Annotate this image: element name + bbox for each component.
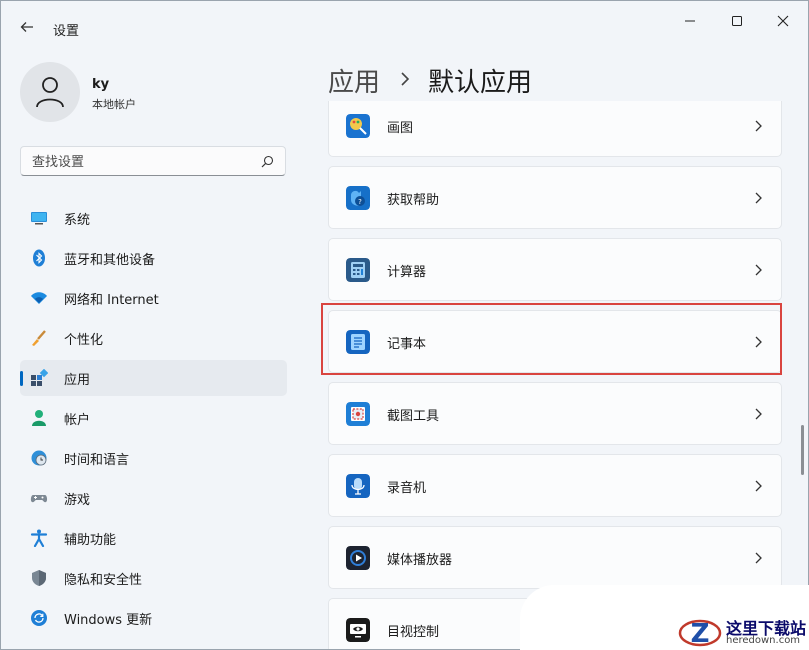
app-name: 媒体播放器	[387, 553, 453, 568]
notepad-icon	[346, 330, 370, 354]
chevron-right-icon	[755, 336, 762, 348]
snipping-tool-icon	[346, 402, 370, 426]
default-apps-list: 画图 ? 获取帮助 计算器 记事本 截图工具 录音机 媒体播放器 目视控制	[328, 101, 783, 649]
scrollbar[interactable]	[801, 425, 804, 475]
sidebar-item-label: 隐私和安全性	[64, 573, 143, 588]
app-name: 目视控制	[387, 625, 440, 640]
back-arrow-icon[interactable]	[19, 19, 35, 35]
app-name: 画图	[387, 121, 414, 136]
svg-text:Z: Z	[691, 619, 710, 649]
chevron-right-icon	[755, 192, 762, 204]
sidebar-item-label: 时间和语言	[64, 453, 130, 468]
chevron-right-icon	[755, 264, 762, 276]
sidebar-item-bluetooth[interactable]: 蓝牙和其他设备	[20, 240, 287, 276]
person-icon	[32, 410, 46, 426]
sidebar-item-label: 系统	[64, 213, 91, 228]
accessibility-icon	[30, 529, 48, 547]
settings-window: 设置 ky 本地帐户 系统	[0, 0, 809, 650]
sidebar-item-label: 游戏	[64, 493, 91, 508]
eye-control-icon	[346, 618, 370, 642]
sidebar-item-label: 帐户	[64, 413, 91, 428]
account-type: 本地帐户	[92, 98, 136, 111]
app-row-calculator[interactable]: 计算器	[328, 238, 782, 301]
minimize-button[interactable]	[675, 10, 705, 32]
sidebar-item-label: Windows 更新	[64, 613, 153, 628]
app-title: 设置	[53, 24, 80, 39]
sidebar-item-apps[interactable]: 应用	[20, 360, 287, 396]
recorder-icon	[346, 474, 370, 498]
sidebar-item-label: 蓝牙和其他设备	[64, 253, 156, 268]
calculator-icon	[346, 258, 370, 282]
sidebar-item-privacy[interactable]: 隐私和安全性	[20, 560, 287, 596]
search-input[interactable]	[30, 152, 254, 172]
sidebar-item-time-language[interactable]: 时间和语言	[20, 440, 287, 476]
media-player-icon	[346, 546, 370, 570]
breadcrumb-parent[interactable]: 应用	[328, 62, 380, 99]
sidebar-item-accounts[interactable]: 帐户	[20, 400, 287, 436]
wifi-icon	[31, 292, 47, 304]
sidebar-item-windows-update[interactable]: Windows 更新	[20, 600, 287, 636]
watermark-subtext: heredown.com	[726, 635, 801, 646]
search-box[interactable]	[20, 146, 286, 176]
gamepad-icon	[30, 495, 48, 503]
app-name: 录音机	[387, 481, 427, 496]
app-name: 获取帮助	[387, 193, 440, 208]
sidebar-item-label: 应用	[64, 373, 91, 388]
sidebar-item-label: 个性化	[64, 333, 104, 348]
shield-icon	[32, 570, 46, 586]
bluetooth-icon	[33, 249, 45, 267]
account-name: ky	[92, 77, 110, 92]
close-icon	[777, 15, 789, 27]
help-icon: ?	[346, 186, 370, 210]
app-row-get-help[interactable]: ? 获取帮助	[328, 166, 782, 229]
sidebar-item-system[interactable]: 系统	[20, 200, 287, 236]
app-row-snipping-tool[interactable]: 截图工具	[328, 382, 782, 445]
apps-icon	[31, 369, 48, 386]
app-row-notepad[interactable]: 记事本	[328, 310, 782, 373]
chevron-right-icon	[755, 552, 762, 564]
search-icon[interactable]	[261, 155, 274, 168]
sidebar-item-label: 辅助功能	[64, 533, 117, 548]
app-row-sound-recorder[interactable]: 录音机	[328, 454, 782, 517]
watermark-logo: Z	[678, 619, 722, 649]
chevron-right-icon	[755, 408, 762, 420]
avatar[interactable]	[20, 62, 80, 122]
breadcrumb-chevron-icon	[401, 72, 410, 86]
chevron-right-icon	[755, 480, 762, 492]
maximize-button[interactable]	[722, 10, 752, 32]
maximize-icon	[732, 16, 742, 26]
title-bar: 设置	[1, 1, 808, 41]
paint-icon	[346, 114, 370, 138]
svg-text:?: ?	[358, 198, 362, 206]
app-name: 截图工具	[387, 409, 440, 424]
sidebar-item-gaming[interactable]: 游戏	[20, 480, 287, 516]
app-name: 记事本	[387, 337, 427, 352]
app-name: 计算器	[387, 265, 427, 280]
globe-clock-icon	[31, 450, 47, 466]
sidebar-item-accessibility[interactable]: 辅助功能	[20, 520, 287, 556]
sidebar-item-label: 网络和 Internet	[64, 293, 159, 308]
watermark: Z 这里下载站 heredown.com	[520, 585, 809, 650]
minimize-icon	[685, 20, 695, 22]
active-indicator	[20, 371, 23, 386]
chevron-right-icon	[755, 120, 762, 132]
user-icon	[36, 77, 64, 108]
page-title: 默认应用	[428, 68, 533, 98]
close-button[interactable]	[768, 10, 798, 32]
update-icon	[31, 610, 47, 626]
app-row-paint[interactable]: 画图	[328, 101, 782, 157]
monitor-icon	[31, 212, 47, 225]
app-row-media-player[interactable]: 媒体播放器	[328, 526, 782, 589]
sidebar-item-network[interactable]: 网络和 Internet	[20, 280, 287, 316]
sidebar-item-personalization[interactable]: 个性化	[20, 320, 287, 356]
brush-icon	[32, 330, 46, 346]
